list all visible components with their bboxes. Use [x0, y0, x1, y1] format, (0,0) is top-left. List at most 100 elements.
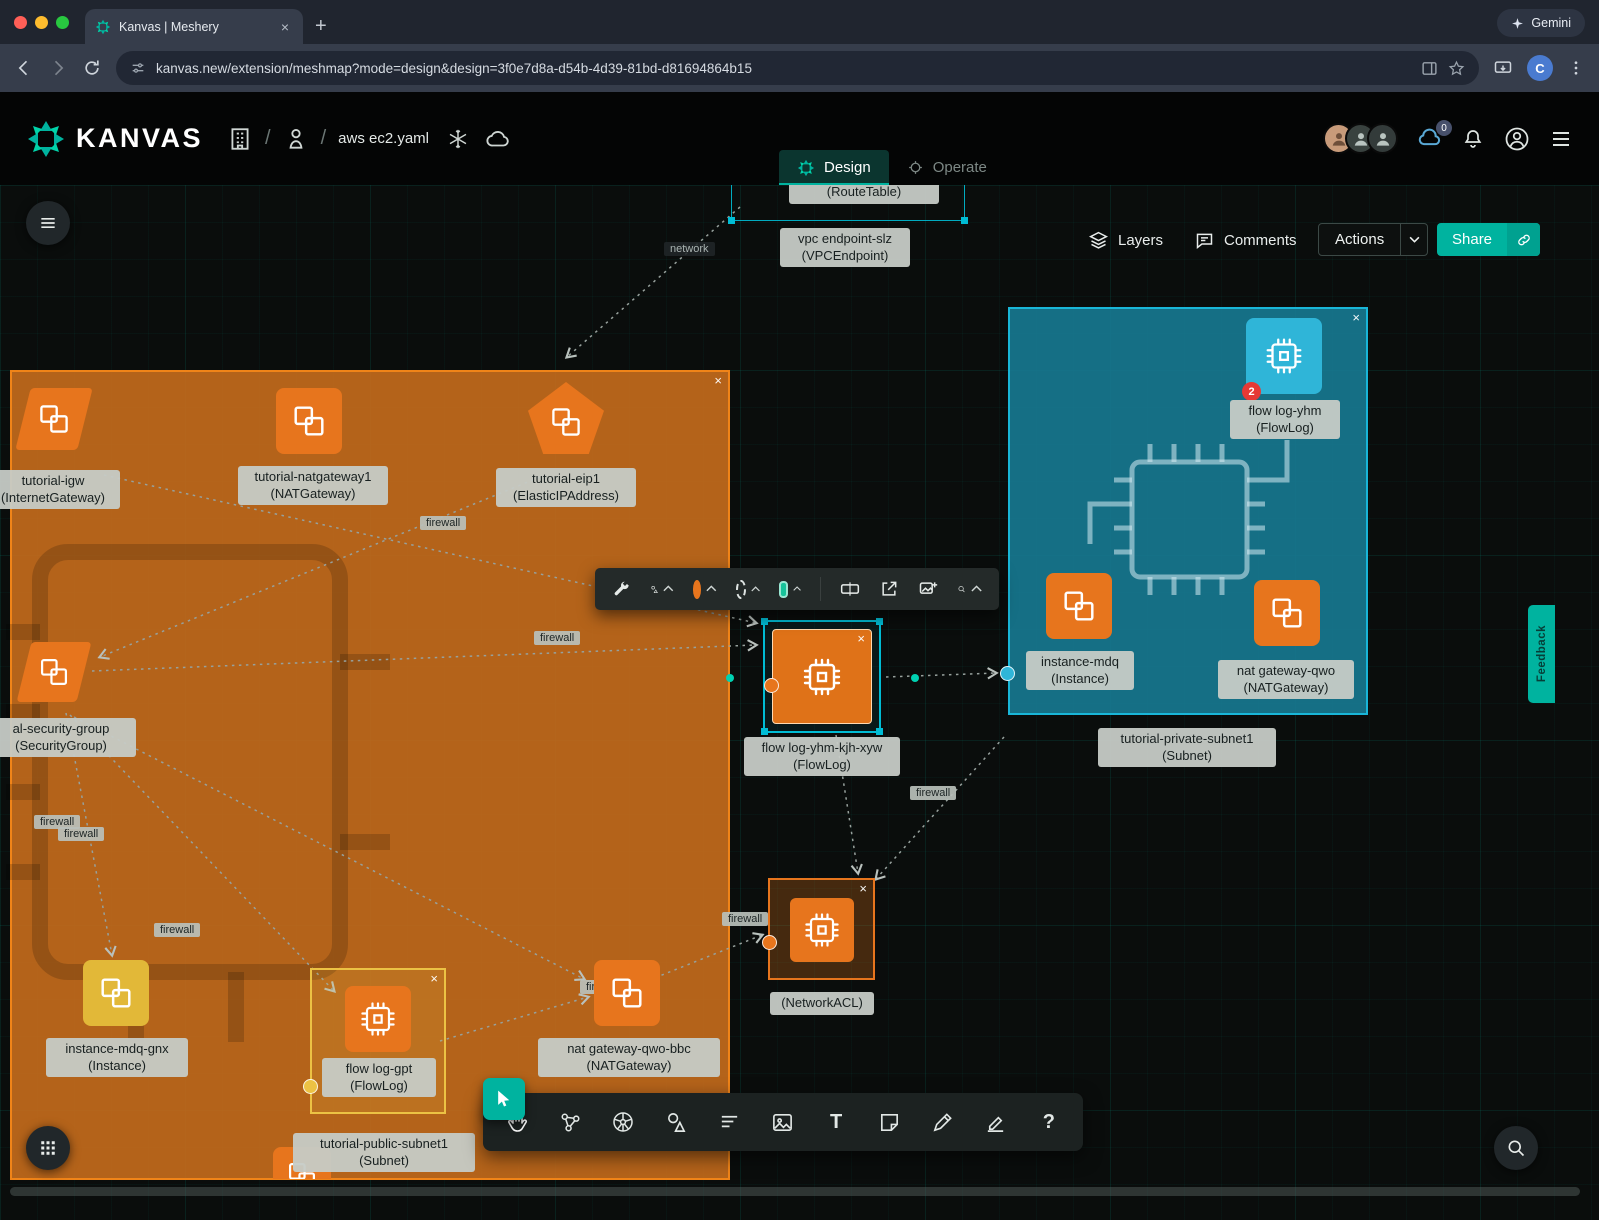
node-flow-log-yhm-kjh-xyw[interactable]: × — [763, 620, 881, 733]
side-panel-icon[interactable] — [1421, 60, 1438, 77]
annotation-lines-tool[interactable] — [716, 1108, 744, 1136]
reload-button[interactable] — [82, 58, 102, 78]
connection-handle[interactable] — [762, 935, 777, 950]
node-label-tutorial-igw[interactable]: tutorial-igw (InternetGateway) — [0, 470, 120, 509]
canvas-menu-button[interactable] — [26, 201, 70, 245]
comments-button[interactable]: Comments — [1194, 230, 1297, 251]
node-instance-mdq-gnx[interactable] — [83, 960, 149, 1026]
node-label-tutorial-natgateway1[interactable]: tutorial-natgateway1 (NATGateway) — [238, 466, 388, 505]
snowflake-icon[interactable] — [447, 128, 469, 150]
organization-icon[interactable] — [227, 126, 253, 152]
edge-endpoint-dot[interactable] — [726, 674, 734, 682]
marker-tool[interactable] — [982, 1108, 1010, 1136]
node-label-security-group[interactable]: al-security-group (SecurityGroup) — [0, 718, 136, 757]
node-label-nat-gateway-qwo-bbc[interactable]: nat gateway-qwo-bbc (NATGateway) — [538, 1038, 720, 1077]
help-tool[interactable]: ? — [1035, 1108, 1063, 1136]
node-label-instance-mdq[interactable]: instance-mdq (Instance) — [1026, 651, 1134, 690]
node-tutorial-natgateway1[interactable] — [276, 388, 342, 454]
node-label-tutorial-private-subnet1[interactable]: tutorial-private-subnet1 (Subnet) — [1098, 728, 1276, 767]
minimize-window-button[interactable] — [35, 16, 48, 29]
kubernetes-tool[interactable] — [609, 1108, 637, 1136]
node-flow-log-gpt[interactable]: × flow log-gpt (FlowLog) — [310, 968, 446, 1114]
rename-field-icon[interactable] — [840, 579, 860, 599]
theme-swatch-tool[interactable] — [779, 581, 801, 598]
collapse-icon[interactable]: × — [430, 972, 438, 985]
open-external-icon[interactable] — [879, 579, 899, 599]
fill-color-tool[interactable] — [693, 580, 717, 599]
node-label-flow-log-yhm[interactable]: flow log-yhm (FlowLog) — [1230, 400, 1340, 439]
edge-endpoint-dot[interactable] — [911, 674, 919, 682]
back-button[interactable] — [14, 58, 34, 78]
browser-tab[interactable]: Kanvas | Meshery × — [85, 9, 303, 44]
tab-design[interactable]: Design — [779, 150, 889, 185]
share-link-button[interactable] — [1507, 223, 1540, 256]
close-window-button[interactable] — [14, 16, 27, 29]
url-text[interactable]: kanvas.new/extension/meshmap?mode=design… — [156, 61, 1411, 76]
text-tool[interactable]: T — [822, 1108, 850, 1136]
shapes-tool[interactable] — [663, 1108, 691, 1136]
collapse-icon[interactable]: × — [859, 882, 867, 895]
connection-handle[interactable] — [764, 678, 779, 693]
pen-tool[interactable] — [929, 1108, 957, 1136]
site-settings-icon[interactable] — [130, 60, 146, 76]
browser-menu-icon[interactable] — [1567, 59, 1585, 77]
device-sync-icon[interactable] — [1493, 58, 1513, 78]
tab-operate[interactable]: Operate — [889, 150, 1005, 185]
kanvas-logo-icon[interactable] — [26, 119, 66, 159]
url-bar[interactable]: kanvas.new/extension/meshmap?mode=design… — [116, 51, 1479, 85]
collapse-icon[interactable]: × — [714, 374, 722, 387]
border-style-tool[interactable] — [736, 580, 760, 599]
node-label-tutorial-public-subnet1[interactable]: tutorial-public-subnet1 (Subnet) — [293, 1133, 475, 1172]
actions-split-button[interactable]: Actions — [1318, 223, 1428, 256]
node-label-flow-log-gpt[interactable]: flow log-gpt (FlowLog) — [322, 1058, 436, 1097]
gemini-button[interactable]: Gemini — [1497, 9, 1585, 37]
collapse-icon[interactable]: × — [857, 632, 865, 645]
actions-caret[interactable] — [1400, 224, 1427, 255]
app-menu-icon[interactable] — [1549, 127, 1573, 151]
tab-close-icon[interactable]: × — [277, 18, 293, 36]
node-label-flow-log-yhm-kjh-xyw[interactable]: flow log-yhm-kjh-xyw (FlowLog) — [744, 737, 900, 776]
media-tool[interactable] — [769, 1108, 797, 1136]
node-label-tutorial-eip1[interactable]: tutorial-eip1 (ElasticIPAddress) — [496, 468, 636, 507]
horizontal-scrollbar[interactable] — [10, 1187, 1580, 1196]
apps-grid-button[interactable] — [26, 1126, 70, 1170]
actions-button[interactable]: Actions — [1319, 224, 1400, 255]
forward-button[interactable] — [48, 58, 68, 78]
node-network-acl[interactable]: × — [768, 878, 875, 980]
share-split-button[interactable]: Share — [1437, 223, 1540, 256]
bookmark-star-icon[interactable] — [1448, 60, 1465, 77]
node-label-instance-mdq-gnx[interactable]: instance-mdq-gnx (Instance) — [46, 1038, 188, 1077]
node-label-route-table[interactable]: (RouteTable) — [789, 185, 939, 204]
zoom-button[interactable] — [1494, 1126, 1538, 1170]
feedback-tab[interactable]: Feedback — [1528, 605, 1555, 703]
notifications-bell-icon[interactable] — [1461, 127, 1485, 151]
node-label-network-acl[interactable]: (NetworkACL) — [770, 992, 874, 1015]
connection-handle[interactable] — [303, 1079, 318, 1094]
node-nat-gateway-qwo-bbc[interactable] — [594, 960, 660, 1026]
new-tab-button[interactable]: + — [315, 15, 327, 38]
relationships-tool[interactable] — [556, 1108, 584, 1136]
node-flow-log-yhm[interactable]: 2 — [1246, 318, 1322, 394]
layers-button[interactable]: Layers — [1088, 230, 1163, 251]
designs-icon[interactable] — [283, 126, 309, 152]
profile-icon[interactable] — [1503, 125, 1531, 153]
node-label-nat-gateway-qwo[interactable]: nat gateway-qwo (NATGateway) — [1218, 660, 1354, 699]
node-instance-mdq[interactable] — [1046, 573, 1112, 639]
design-canvas[interactable]: × × — [0, 185, 1599, 1220]
add-image-icon[interactable] — [918, 579, 938, 599]
credits-indicator[interactable]: 0 — [1416, 125, 1443, 152]
maximize-window-button[interactable] — [56, 16, 69, 29]
connection-handle[interactable] — [1000, 666, 1015, 681]
flow-log-gpt-icon-box[interactable] — [345, 986, 411, 1052]
collaborator-avatar[interactable] — [1367, 123, 1398, 154]
collapse-icon[interactable]: × — [1352, 311, 1360, 324]
select-cursor-tool[interactable] — [483, 1078, 525, 1120]
flow-log-icon-box[interactable]: × — [772, 629, 872, 724]
shapes-tool[interactable] — [650, 580, 674, 599]
design-file-name[interactable]: aws ec2.yaml — [338, 130, 429, 147]
cloud-sync-icon[interactable] — [485, 126, 511, 152]
node-nat-gateway-qwo[interactable] — [1254, 580, 1320, 646]
configure-wrench-icon[interactable] — [612, 580, 631, 599]
node-label-vpc-endpoint[interactable]: vpc endpoint-slz (VPCEndpoint) — [780, 228, 910, 267]
share-button[interactable]: Share — [1437, 223, 1507, 256]
